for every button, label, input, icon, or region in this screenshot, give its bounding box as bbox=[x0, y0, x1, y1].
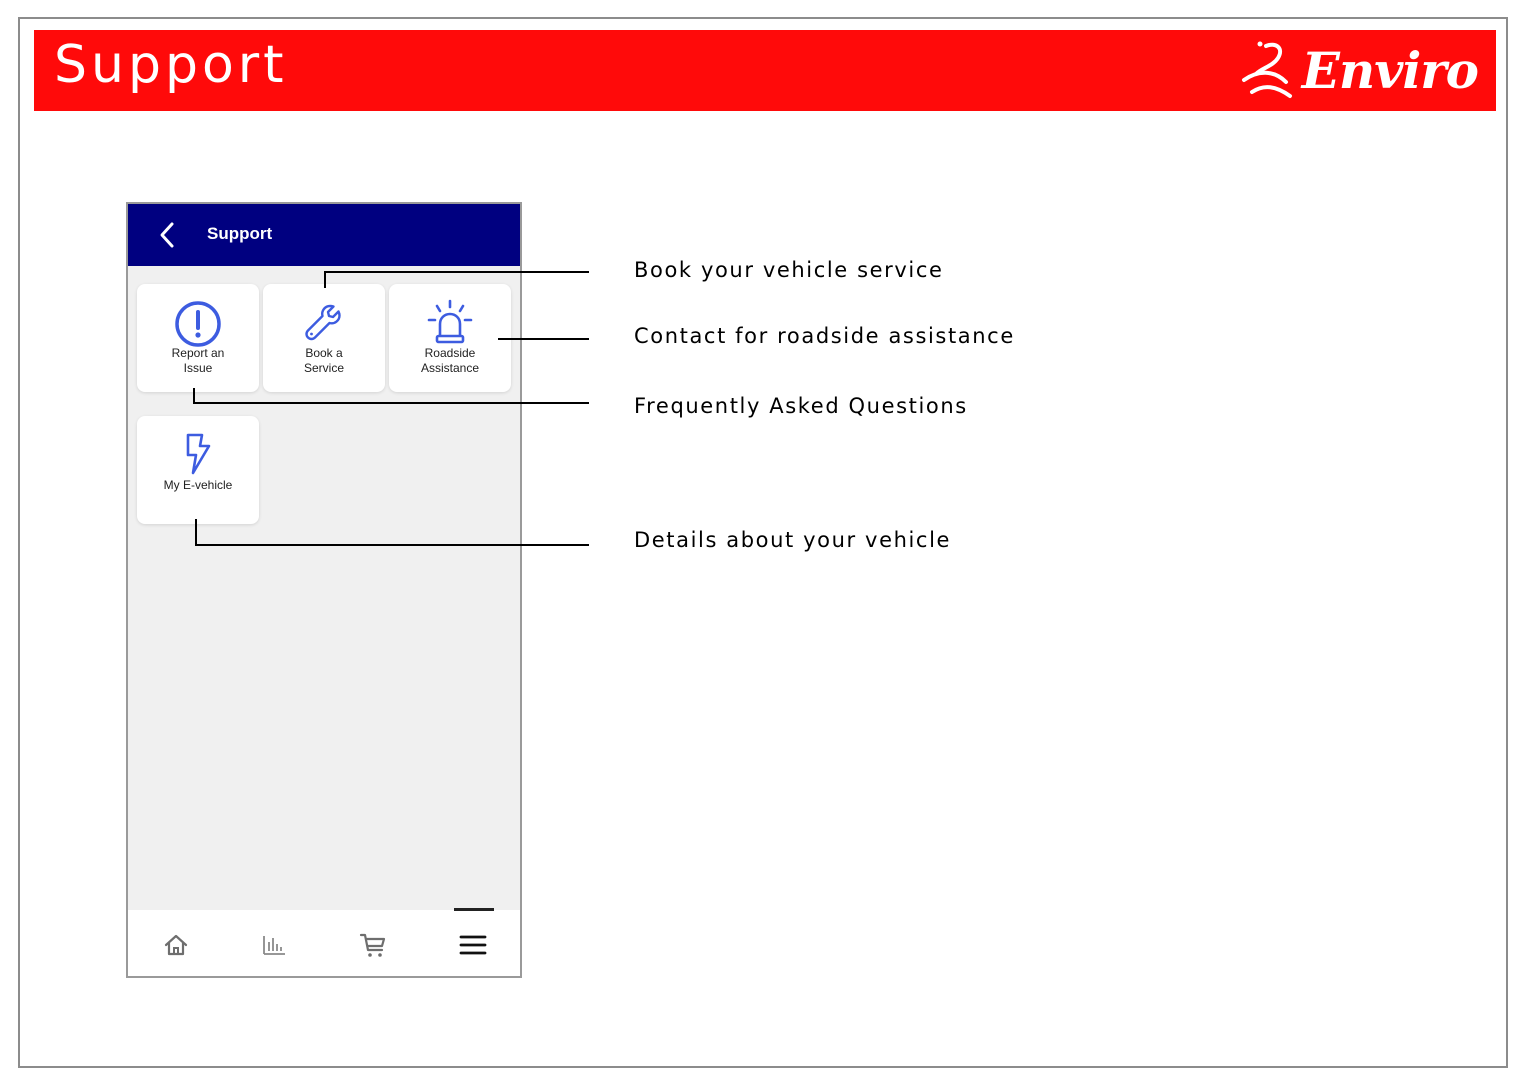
bar-chart-icon bbox=[263, 936, 285, 955]
callout-book-service: Book your vehicle service bbox=[634, 258, 944, 282]
leader-line-faq-h bbox=[193, 402, 589, 404]
wrench-icon bbox=[305, 304, 341, 341]
slide-title: Support bbox=[54, 35, 288, 95]
leader-line-roadside bbox=[498, 338, 589, 340]
book-service-tile[interactable]: Book a Service bbox=[263, 284, 385, 392]
my-evehicle-tile[interactable]: My E-vehicle bbox=[137, 416, 259, 524]
app-bar: Support bbox=[128, 204, 520, 266]
app-bar-title: Support bbox=[207, 224, 273, 243]
callout-roadside-assistance: Contact for roadside assistance bbox=[634, 324, 1015, 348]
bottom-navigation bbox=[128, 908, 520, 976]
home-icon bbox=[164, 934, 188, 956]
roadside-assistance-tile[interactable]: Roadside Assistance bbox=[389, 284, 511, 392]
header-banner: Support Enviro bbox=[34, 30, 1496, 111]
alert-circle-icon bbox=[175, 301, 221, 347]
phone-mockup: Support Report an Issue Book a Service R… bbox=[126, 202, 522, 978]
chevron-left-icon bbox=[160, 222, 174, 248]
roadside-assistance-label: Roadside Assistance bbox=[420, 346, 480, 375]
my-evehicle-label: My E-vehicle bbox=[163, 478, 233, 492]
nav-cart[interactable] bbox=[356, 928, 390, 962]
brand-logo: Enviro bbox=[1240, 36, 1479, 104]
back-button[interactable] bbox=[152, 220, 186, 250]
leader-line-vehicle-v bbox=[195, 519, 197, 546]
nav-statistics[interactable] bbox=[257, 928, 291, 962]
menu-icon bbox=[459, 935, 487, 955]
brand-swoosh-icon bbox=[1241, 41, 1292, 98]
nav-menu[interactable] bbox=[456, 928, 490, 962]
leader-line-book-service bbox=[324, 271, 326, 288]
leader-line-book-service-h bbox=[324, 271, 589, 273]
brand-name: Enviro bbox=[1301, 40, 1479, 100]
siren-icon bbox=[427, 299, 473, 344]
book-service-label: Book a Service bbox=[303, 346, 344, 375]
report-issue-tile[interactable]: Report an Issue bbox=[137, 284, 259, 392]
callout-faq: Frequently Asked Questions bbox=[634, 394, 968, 418]
lightning-bolt-icon bbox=[186, 433, 211, 475]
active-tab-indicator bbox=[454, 908, 494, 911]
leader-line-vehicle-h bbox=[195, 544, 589, 546]
nav-home[interactable] bbox=[159, 928, 193, 962]
callout-vehicle-details: Details about your vehicle bbox=[634, 528, 952, 552]
report-issue-label: Report an Issue bbox=[171, 346, 225, 375]
cart-icon bbox=[359, 933, 386, 957]
